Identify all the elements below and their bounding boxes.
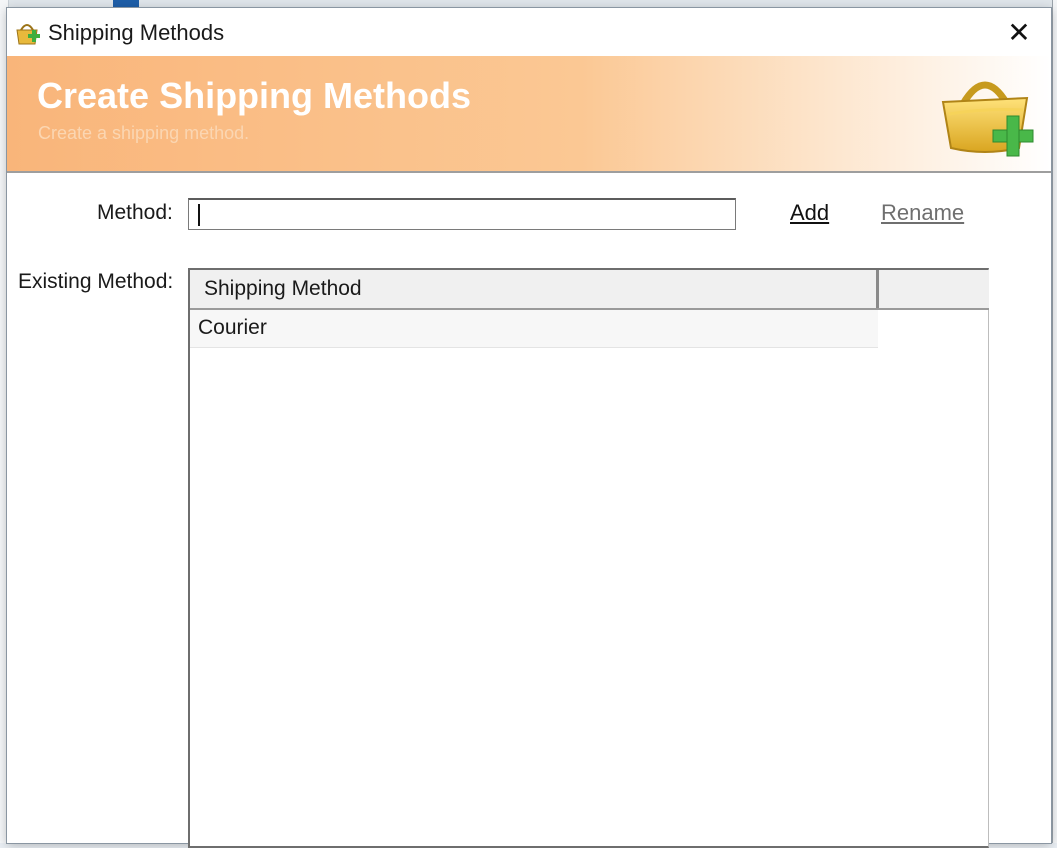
table-row[interactable]: Courier bbox=[190, 310, 878, 348]
rename-link[interactable]: Rename bbox=[881, 199, 964, 227]
existing-method-label: Existing Method: bbox=[18, 270, 174, 293]
existing-methods-grid[interactable]: Shipping Method Courier bbox=[188, 268, 989, 848]
cell-shipping-method: Courier bbox=[198, 316, 267, 339]
title-bar[interactable]: Shipping Methods ✕ bbox=[7, 8, 1051, 56]
method-label: Method: bbox=[97, 201, 173, 224]
column-header-shipping-method[interactable]: Shipping Method bbox=[190, 270, 879, 308]
basket-add-icon bbox=[16, 24, 40, 45]
add-link[interactable]: Add bbox=[790, 199, 829, 227]
basket-add-icon bbox=[941, 81, 1034, 157]
method-input[interactable] bbox=[188, 198, 736, 230]
close-button[interactable]: ✕ bbox=[987, 8, 1051, 56]
header-banner: Create Shipping Methods Create a shippin… bbox=[7, 56, 1051, 173]
text-caret bbox=[198, 204, 200, 226]
close-icon: ✕ bbox=[1007, 16, 1031, 48]
grid-header: Shipping Method bbox=[190, 270, 989, 310]
banner-title: Create Shipping Methods bbox=[37, 75, 472, 116]
shipping-methods-dialog: Shipping Methods ✕ Create Shipping Metho… bbox=[7, 8, 1051, 848]
content-area: Method: Add Rename Existing Method: Ship… bbox=[7, 173, 1051, 848]
background-app-marker bbox=[113, 0, 139, 8]
window-title: Shipping Methods bbox=[48, 20, 225, 45]
background-app-right bbox=[1052, 0, 1057, 843]
banner-subtitle: Create a shipping method. bbox=[38, 123, 250, 143]
